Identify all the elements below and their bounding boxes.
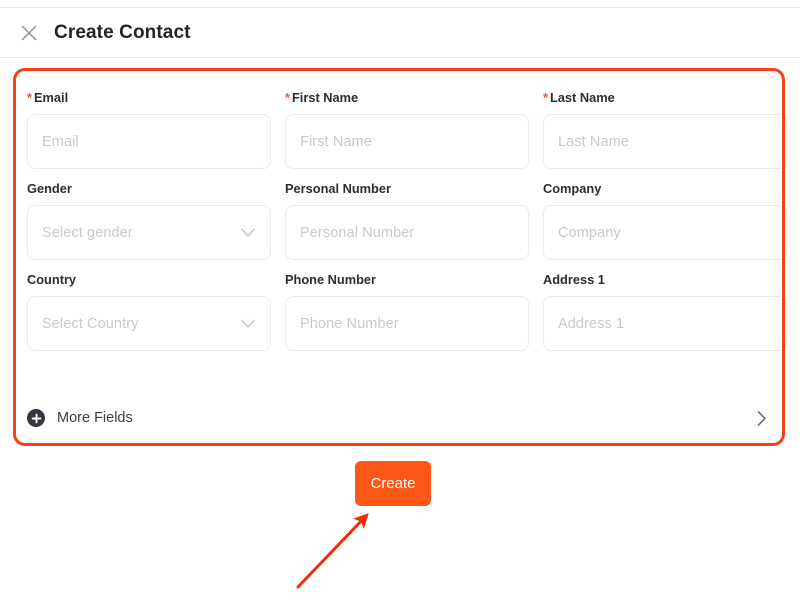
close-icon[interactable] <box>18 22 40 44</box>
create-contact-screen: Create Contact * Email Email * First Name … <box>0 0 800 606</box>
field-label-personal-number: Personal Number <box>285 181 391 196</box>
chevron-down-icon[interactable] <box>240 225 256 241</box>
field-label-company: Company <box>543 181 602 196</box>
field-label-last-name: * Last Name <box>543 90 615 105</box>
country-placeholder: Select Country <box>42 315 139 332</box>
field-country: Country Select Country <box>27 272 271 351</box>
last-name-input[interactable]: Last Name <box>543 114 787 169</box>
field-label-country: Country <box>27 272 77 287</box>
field-personal-number: Personal Number Personal Number <box>285 181 529 260</box>
form-field-grid: * Email Email * First Name First Name * Las… <box>27 90 787 351</box>
phone-number-input[interactable]: Phone Number <box>285 296 529 351</box>
required-marker: * <box>27 90 32 105</box>
first-name-input[interactable]: First Name <box>285 114 529 169</box>
gender-placeholder: Select gender <box>42 224 133 241</box>
chevron-down-icon[interactable] <box>240 316 256 332</box>
company-input[interactable]: Company <box>543 205 787 260</box>
field-first-name: * First Name First Name <box>285 90 529 169</box>
field-gender: Gender Select gender <box>27 181 271 260</box>
required-marker: * <box>285 90 290 105</box>
more-fields-label: More Fields <box>57 410 133 426</box>
create-button[interactable]: Create <box>355 461 431 506</box>
personal-number-placeholder: Personal Number <box>300 224 415 241</box>
field-label-phone-number: Phone Number <box>285 272 377 287</box>
email-placeholder: Email <box>42 133 79 150</box>
more-fields-row[interactable]: More Fields <box>27 398 771 438</box>
field-label-email: * Email <box>27 90 69 105</box>
country-select[interactable]: Select Country <box>27 296 271 351</box>
last-name-placeholder: Last Name <box>558 133 630 150</box>
annotation-arrow <box>296 513 369 589</box>
page-title: Create Contact <box>54 22 191 43</box>
top-divider-strip <box>0 0 800 8</box>
first-name-placeholder: First Name <box>300 133 372 150</box>
field-last-name: * Last Name Last Name <box>543 90 787 169</box>
personal-number-input[interactable]: Personal Number <box>285 205 529 260</box>
address-1-input[interactable]: Address 1 <box>543 296 787 351</box>
chevron-right-icon[interactable] <box>753 409 771 427</box>
required-marker: * <box>543 90 548 105</box>
company-placeholder: Company <box>558 224 621 241</box>
field-company: Company Company <box>543 181 787 260</box>
field-address-1: Address 1 Address 1 <box>543 272 787 351</box>
field-label-address-1: Address 1 <box>543 272 605 287</box>
dialog-header: Create Contact <box>0 9 800 58</box>
contact-form: * Email Email * First Name First Name * Las… <box>13 68 787 446</box>
address-1-placeholder: Address 1 <box>558 315 625 332</box>
phone-number-placeholder: Phone Number <box>300 315 399 332</box>
plus-circle-icon <box>27 409 45 427</box>
field-phone-number: Phone Number Phone Number <box>285 272 529 351</box>
gender-select[interactable]: Select gender <box>27 205 271 260</box>
email-input[interactable]: Email <box>27 114 271 169</box>
field-email: * Email Email <box>27 90 271 169</box>
field-label-first-name: * First Name <box>285 90 359 105</box>
field-label-gender: Gender <box>27 181 72 196</box>
